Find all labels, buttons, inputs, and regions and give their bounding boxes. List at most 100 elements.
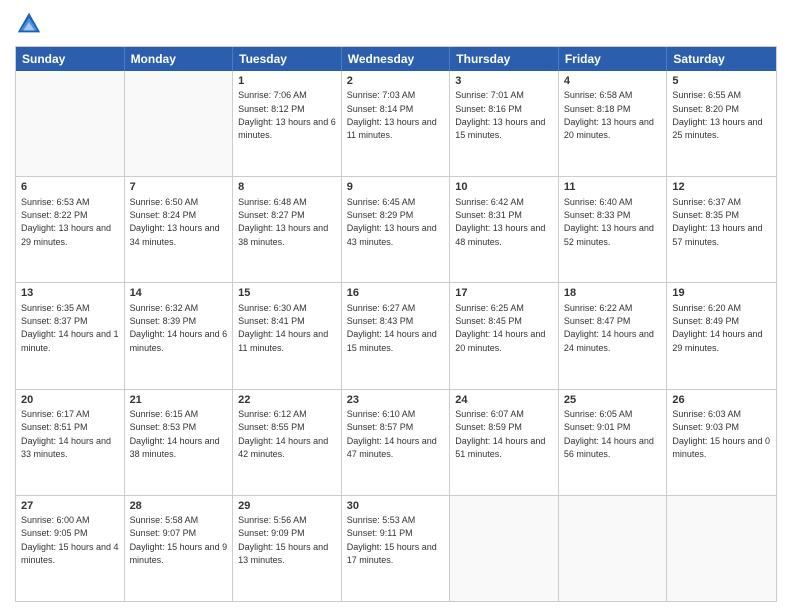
day-number: 4 bbox=[564, 74, 662, 88]
day-info: Sunrise: 6:05 AM Sunset: 9:01 PM Dayligh… bbox=[564, 409, 657, 459]
day-number: 20 bbox=[21, 393, 119, 407]
calendar-cell: 4 Sunrise: 6:58 AM Sunset: 8:18 PM Daylig… bbox=[559, 71, 668, 176]
day-info: Sunrise: 6:50 AM Sunset: 8:24 PM Dayligh… bbox=[130, 197, 223, 247]
calendar-cell: 21 Sunrise: 6:15 AM Sunset: 8:53 PM Dayli… bbox=[125, 390, 234, 495]
day-number: 11 bbox=[564, 180, 662, 194]
day-number: 24 bbox=[455, 393, 553, 407]
day-info: Sunrise: 6:27 AM Sunset: 8:43 PM Dayligh… bbox=[347, 303, 440, 353]
day-number: 12 bbox=[672, 180, 771, 194]
day-info: Sunrise: 6:25 AM Sunset: 8:45 PM Dayligh… bbox=[455, 303, 548, 353]
calendar-cell: 29 Sunrise: 5:56 AM Sunset: 9:09 PM Dayli… bbox=[233, 496, 342, 601]
day-number: 30 bbox=[347, 499, 445, 513]
logo-icon bbox=[15, 10, 43, 38]
day-info: Sunrise: 6:45 AM Sunset: 8:29 PM Dayligh… bbox=[347, 197, 440, 247]
day-number: 3 bbox=[455, 74, 553, 88]
day-number: 21 bbox=[130, 393, 228, 407]
calendar: SundayMondayTuesdayWednesdayThursdayFrid… bbox=[15, 46, 777, 602]
calendar-cell: 17 Sunrise: 6:25 AM Sunset: 8:45 PM Dayli… bbox=[450, 283, 559, 388]
calendar-week-row: 13 Sunrise: 6:35 AM Sunset: 8:37 PM Dayli… bbox=[16, 282, 776, 388]
calendar-week-row: 1Sunrise: 7:06 AM Sunset: 8:12 PM Daylig… bbox=[16, 71, 776, 176]
calendar-cell: 6 Sunrise: 6:53 AM Sunset: 8:22 PM Daylig… bbox=[16, 177, 125, 282]
calendar-cell: 26Sunrise: 6:03 AM Sunset: 9:03 PM Dayli… bbox=[667, 390, 776, 495]
calendar-cell: 1Sunrise: 7:06 AM Sunset: 8:12 PM Daylig… bbox=[233, 71, 342, 176]
calendar-cell: 14Sunrise: 6:32 AM Sunset: 8:39 PM Dayli… bbox=[125, 283, 234, 388]
calendar-cell bbox=[450, 496, 559, 601]
header-day: Friday bbox=[559, 47, 668, 71]
calendar-cell: 9 Sunrise: 6:45 AM Sunset: 8:29 PM Daylig… bbox=[342, 177, 451, 282]
calendar-cell: 28Sunrise: 5:58 AM Sunset: 9:07 PM Dayli… bbox=[125, 496, 234, 601]
day-number: 26 bbox=[672, 393, 771, 407]
day-info: Sunrise: 6:30 AM Sunset: 8:41 PM Dayligh… bbox=[238, 303, 331, 353]
day-number: 22 bbox=[238, 393, 336, 407]
day-info: Sunrise: 6:40 AM Sunset: 8:33 PM Dayligh… bbox=[564, 197, 657, 247]
header-day: Sunday bbox=[16, 47, 125, 71]
calendar-cell: 15 Sunrise: 6:30 AM Sunset: 8:41 PM Dayli… bbox=[233, 283, 342, 388]
calendar-cell: 11 Sunrise: 6:40 AM Sunset: 8:33 PM Dayli… bbox=[559, 177, 668, 282]
header-day: Thursday bbox=[450, 47, 559, 71]
day-number: 25 bbox=[564, 393, 662, 407]
day-info: Sunrise: 6:58 AM Sunset: 8:18 PM Dayligh… bbox=[564, 90, 657, 140]
calendar-cell: 5 Sunrise: 6:55 AM Sunset: 8:20 PM Daylig… bbox=[667, 71, 776, 176]
calendar-week-row: 27 Sunrise: 6:00 AM Sunset: 9:05 PM Dayli… bbox=[16, 495, 776, 601]
day-number: 6 bbox=[21, 180, 119, 194]
day-number: 5 bbox=[672, 74, 771, 88]
calendar-cell: 25 Sunrise: 6:05 AM Sunset: 9:01 PM Dayli… bbox=[559, 390, 668, 495]
day-number: 17 bbox=[455, 286, 553, 300]
day-number: 15 bbox=[238, 286, 336, 300]
calendar-header: SundayMondayTuesdayWednesdayThursdayFrid… bbox=[16, 47, 776, 71]
day-info: Sunrise: 6:07 AM Sunset: 8:59 PM Dayligh… bbox=[455, 409, 548, 459]
day-info: Sunrise: 7:06 AM Sunset: 8:12 PM Dayligh… bbox=[238, 90, 338, 140]
day-info: Sunrise: 6:37 AM Sunset: 8:35 PM Dayligh… bbox=[672, 197, 765, 247]
logo bbox=[15, 10, 45, 38]
day-info: Sunrise: 5:56 AM Sunset: 9:09 PM Dayligh… bbox=[238, 515, 331, 565]
day-info: Sunrise: 7:01 AM Sunset: 8:16 PM Dayligh… bbox=[455, 90, 548, 140]
day-number: 9 bbox=[347, 180, 445, 194]
day-number: 29 bbox=[238, 499, 336, 513]
calendar-cell: 22 Sunrise: 6:12 AM Sunset: 8:55 PM Dayli… bbox=[233, 390, 342, 495]
day-number: 16 bbox=[347, 286, 445, 300]
page: SundayMondayTuesdayWednesdayThursdayFrid… bbox=[0, 0, 792, 612]
day-info: Sunrise: 6:17 AM Sunset: 8:51 PM Dayligh… bbox=[21, 409, 114, 459]
day-info: Sunrise: 6:53 AM Sunset: 8:22 PM Dayligh… bbox=[21, 197, 114, 247]
header-day: Saturday bbox=[667, 47, 776, 71]
header-day: Monday bbox=[125, 47, 234, 71]
calendar-cell: 7 Sunrise: 6:50 AM Sunset: 8:24 PM Daylig… bbox=[125, 177, 234, 282]
calendar-cell: 27 Sunrise: 6:00 AM Sunset: 9:05 PM Dayli… bbox=[16, 496, 125, 601]
day-number: 7 bbox=[130, 180, 228, 194]
day-number: 10 bbox=[455, 180, 553, 194]
calendar-cell: 24 Sunrise: 6:07 AM Sunset: 8:59 PM Dayli… bbox=[450, 390, 559, 495]
day-info: Sunrise: 6:00 AM Sunset: 9:05 PM Dayligh… bbox=[21, 515, 121, 565]
day-info: Sunrise: 6:10 AM Sunset: 8:57 PM Dayligh… bbox=[347, 409, 440, 459]
day-info: Sunrise: 6:22 AM Sunset: 8:47 PM Dayligh… bbox=[564, 303, 657, 353]
day-number: 27 bbox=[21, 499, 119, 513]
header-day: Tuesday bbox=[233, 47, 342, 71]
day-number: 8 bbox=[238, 180, 336, 194]
calendar-cell: 30 Sunrise: 5:53 AM Sunset: 9:11 PM Dayli… bbox=[342, 496, 451, 601]
calendar-cell: 12 Sunrise: 6:37 AM Sunset: 8:35 PM Dayli… bbox=[667, 177, 776, 282]
day-number: 18 bbox=[564, 286, 662, 300]
calendar-body: 1Sunrise: 7:06 AM Sunset: 8:12 PM Daylig… bbox=[16, 71, 776, 601]
day-info: Sunrise: 6:20 AM Sunset: 8:49 PM Dayligh… bbox=[672, 303, 765, 353]
day-info: Sunrise: 5:53 AM Sunset: 9:11 PM Dayligh… bbox=[347, 515, 440, 565]
calendar-cell bbox=[16, 71, 125, 176]
calendar-cell: 23 Sunrise: 6:10 AM Sunset: 8:57 PM Dayli… bbox=[342, 390, 451, 495]
day-info: Sunrise: 6:12 AM Sunset: 8:55 PM Dayligh… bbox=[238, 409, 331, 459]
day-info: Sunrise: 7:03 AM Sunset: 8:14 PM Dayligh… bbox=[347, 90, 440, 140]
calendar-week-row: 6 Sunrise: 6:53 AM Sunset: 8:22 PM Daylig… bbox=[16, 176, 776, 282]
calendar-cell: 3 Sunrise: 7:01 AM Sunset: 8:16 PM Daylig… bbox=[450, 71, 559, 176]
calendar-cell: 13 Sunrise: 6:35 AM Sunset: 8:37 PM Dayli… bbox=[16, 283, 125, 388]
day-info: Sunrise: 6:42 AM Sunset: 8:31 PM Dayligh… bbox=[455, 197, 548, 247]
calendar-cell bbox=[125, 71, 234, 176]
day-number: 13 bbox=[21, 286, 119, 300]
day-info: Sunrise: 6:55 AM Sunset: 8:20 PM Dayligh… bbox=[672, 90, 765, 140]
calendar-cell: 20 Sunrise: 6:17 AM Sunset: 8:51 PM Dayli… bbox=[16, 390, 125, 495]
day-info: Sunrise: 6:15 AM Sunset: 8:53 PM Dayligh… bbox=[130, 409, 223, 459]
calendar-week-row: 20 Sunrise: 6:17 AM Sunset: 8:51 PM Dayli… bbox=[16, 389, 776, 495]
day-info: Sunrise: 6:35 AM Sunset: 8:37 PM Dayligh… bbox=[21, 303, 121, 353]
day-number: 23 bbox=[347, 393, 445, 407]
day-info: Sunrise: 6:32 AM Sunset: 8:39 PM Dayligh… bbox=[130, 303, 230, 353]
calendar-cell bbox=[559, 496, 668, 601]
calendar-cell: 8Sunrise: 6:48 AM Sunset: 8:27 PM Daylig… bbox=[233, 177, 342, 282]
calendar-cell: 2Sunrise: 7:03 AM Sunset: 8:14 PM Daylig… bbox=[342, 71, 451, 176]
calendar-cell: 10 Sunrise: 6:42 AM Sunset: 8:31 PM Dayli… bbox=[450, 177, 559, 282]
